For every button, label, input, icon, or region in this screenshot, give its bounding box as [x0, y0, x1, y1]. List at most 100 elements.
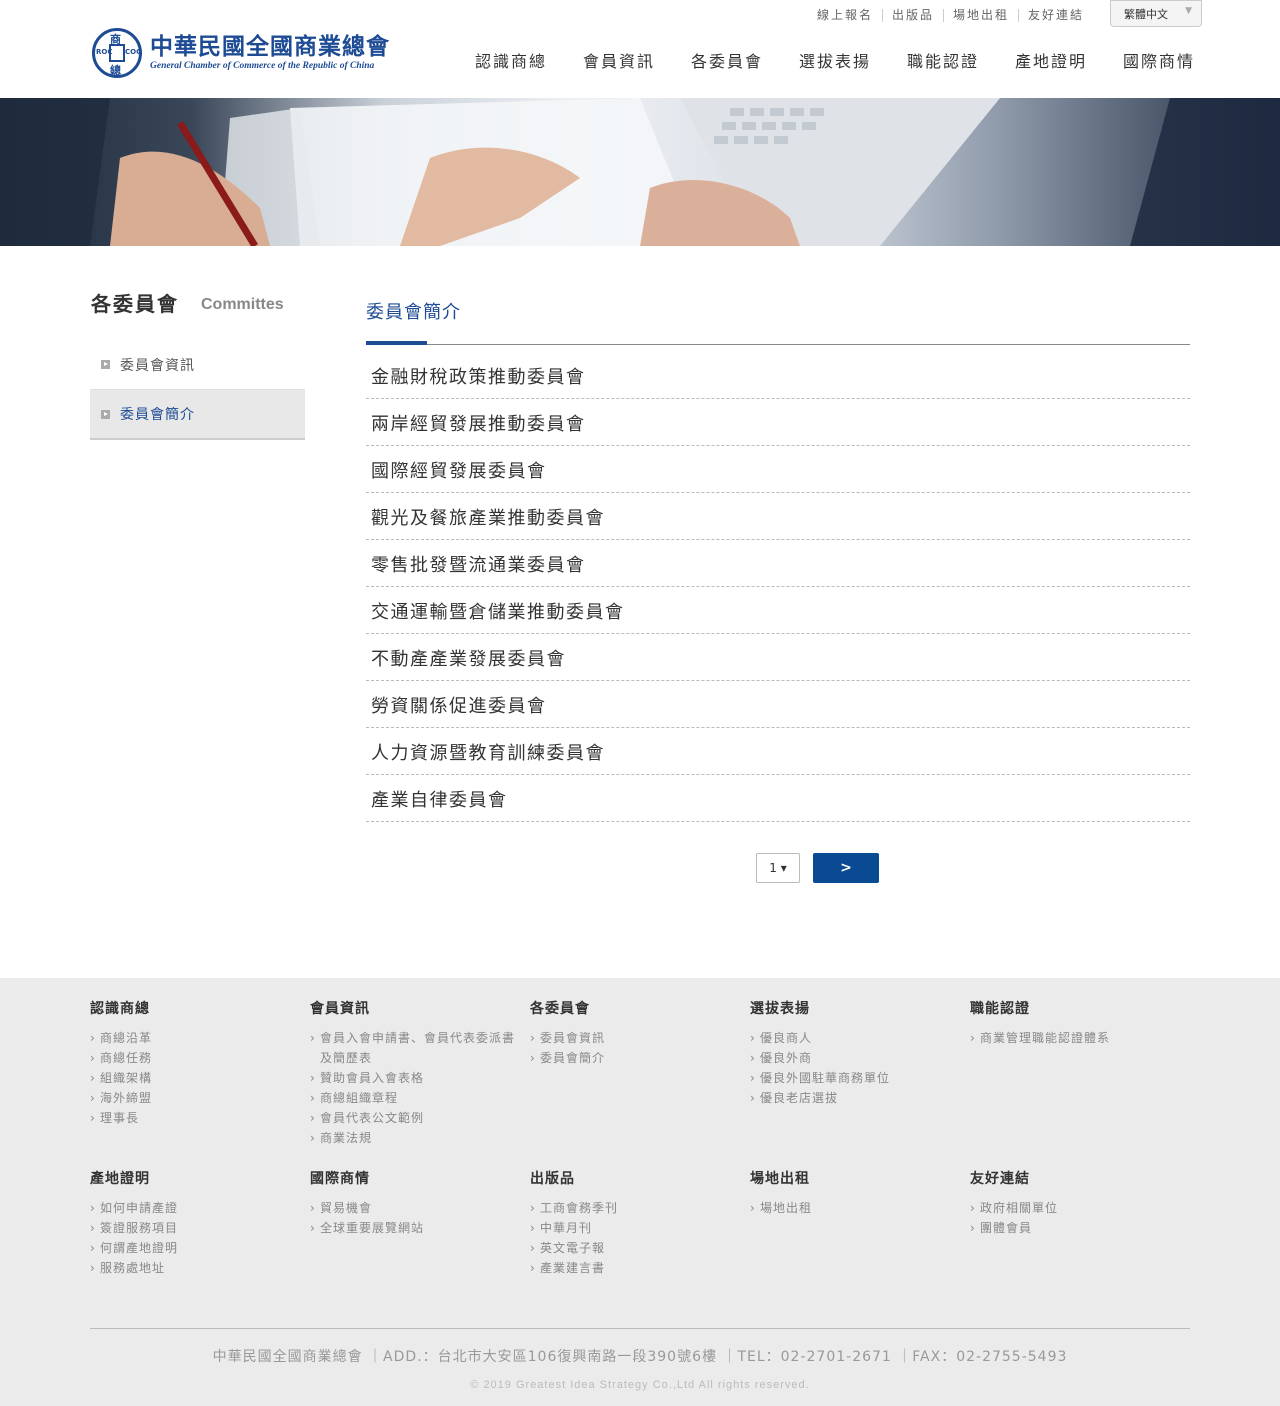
arrow-right-icon — [101, 360, 110, 369]
footer-link[interactable]: 優良老店選拔 — [750, 1088, 970, 1108]
committee-list: 金融財稅政策推動委員會 兩岸經貿發展推動委員會 國際經貿發展委員會 觀光及餐旅產… — [366, 352, 1190, 822]
list-item[interactable]: 國際經貿發展委員會 — [366, 446, 1190, 493]
footer-link[interactable]: 商總組織章程 — [310, 1088, 530, 1108]
nav-item-members[interactable]: 會員資訊 — [583, 48, 691, 72]
banner-illustration — [0, 98, 1280, 246]
page-number-select[interactable]: 1 ▾ — [756, 853, 800, 883]
footer-link[interactable]: 優良外國駐華商務單位 — [750, 1068, 970, 1088]
footer-link[interactable]: 產業建言書 — [530, 1258, 750, 1278]
list-item[interactable]: 零售批發暨流通業委員會 — [366, 540, 1190, 587]
list-item[interactable]: 人力資源暨教育訓練委員會 — [366, 728, 1190, 775]
footer-link[interactable]: 商總沿革 — [90, 1028, 310, 1048]
page-title: 委員會簡介 — [366, 302, 461, 323]
language-select[interactable]: 繁體中文 ▼ — [1110, 0, 1202, 27]
footer-link[interactable]: 團體會員 — [970, 1218, 1190, 1238]
next-page-button[interactable]: > — [813, 853, 879, 883]
footer-column-title: 職能認證 — [970, 1001, 1030, 1017]
footer-column-title: 各委員會 — [530, 1001, 590, 1017]
footer-column-international: 國際商情 貿易機會 全球重要展覽網站 — [310, 1168, 530, 1238]
footer-column-title: 會員資訊 — [310, 1001, 370, 1017]
footer-copyright: © 2019 Greatest Idea Strategy Co.,Ltd Al… — [470, 1379, 810, 1391]
sidebar-item-committee-intro[interactable]: 委員會簡介 — [90, 390, 305, 440]
footer-column-about: 認識商總 商總沿革 商總任務 組織架構 海外締盟 理事長 — [90, 998, 310, 1128]
nav-item-committees[interactable]: 各委員會 — [691, 48, 799, 72]
footer-link[interactable]: 如何申請產證 — [90, 1198, 310, 1218]
topbar-link-signup[interactable]: 線上報名 — [808, 8, 882, 22]
site-logo[interactable]: 商 ROC COC 總 中華民國全國商業總會 General Chamber o… — [92, 26, 402, 80]
list-item[interactable]: 金融財稅政策推動委員會 — [366, 352, 1190, 399]
footer-column-title: 友好連結 — [970, 1171, 1030, 1187]
footer-link[interactable]: 理事長 — [90, 1108, 310, 1128]
footer-link[interactable]: 服務處地址 — [90, 1258, 310, 1278]
footer-link[interactable]: 贊助會員入會表格 — [310, 1068, 530, 1088]
footer-link[interactable]: 會員代表公文範例 — [310, 1108, 530, 1128]
arrow-right-icon — [101, 409, 110, 419]
footer-link[interactable]: 委員會資訊 — [530, 1028, 750, 1048]
footer-link[interactable]: 簽證服務項目 — [90, 1218, 310, 1238]
footer-link[interactable]: 優良商人 — [750, 1028, 970, 1048]
nav-item-international[interactable]: 國際商情 — [1123, 48, 1231, 72]
footer-column-title: 產地證明 — [90, 1171, 150, 1187]
topbar-link-friendly-links[interactable]: 友好連結 — [1018, 8, 1093, 22]
footer-link[interactable]: 英文電子報 — [530, 1238, 750, 1258]
footer-link[interactable]: 政府相關單位 — [970, 1198, 1190, 1218]
topbar-link-publications[interactable]: 出版品 — [882, 8, 943, 22]
logo-seal-icon: 商 ROC COC 總 — [92, 28, 142, 78]
title-divider — [366, 344, 1190, 345]
footer-link[interactable]: 組織架構 — [90, 1068, 310, 1088]
footer-link[interactable]: 商業管理職能認證體系 — [970, 1028, 1190, 1048]
logo-text: 中華民國全國商業總會 General Chamber of Commerce o… — [150, 34, 390, 72]
list-item[interactable]: 產業自律委員會 — [366, 775, 1190, 822]
footer-link[interactable]: 貿易機會 — [310, 1198, 530, 1218]
chevron-down-icon: ▼ — [1185, 6, 1192, 16]
title-accent-bar — [366, 341, 427, 345]
footer-link[interactable]: 商業法規 — [310, 1128, 530, 1148]
footer-column-title: 選拔表揚 — [750, 1001, 810, 1017]
sidebar-item-label: 委員會資訊 — [120, 357, 195, 374]
footer-link[interactable]: 何謂產地證明 — [90, 1238, 310, 1258]
sidebar-item-label: 委員會簡介 — [120, 407, 195, 423]
list-item[interactable]: 不動產產業發展委員會 — [366, 634, 1190, 681]
footer-column-title: 國際商情 — [310, 1171, 370, 1187]
footer-link[interactable]: 商總任務 — [90, 1048, 310, 1068]
pagination: 1 ▾ > — [756, 853, 879, 883]
footer-link[interactable]: 場地出租 — [750, 1198, 970, 1218]
footer-column-members: 會員資訊 會員入會申請書、會員代表委派書及簡歷表 贊助會員入會表格 商總組織章程… — [310, 998, 530, 1148]
list-item[interactable]: 觀光及餐旅產業推動委員會 — [366, 493, 1190, 540]
language-select-value: 繁體中文 — [1124, 8, 1168, 21]
nav-item-awards[interactable]: 選拔表揚 — [799, 48, 907, 72]
footer-link[interactable]: 委員會簡介 — [530, 1048, 750, 1068]
footer-link[interactable]: 會員入會申請書、會員代表委派書及簡歷表 — [310, 1028, 525, 1068]
footer-column-committees: 各委員會 委員會資訊 委員會簡介 — [530, 998, 750, 1068]
site-footer: 認識商總 商總沿革 商總任務 組織架構 海外締盟 理事長 會員資訊 會員入會申請… — [0, 978, 1280, 1406]
site-header: 商 ROC COC 總 中華民國全國商業總會 General Chamber o… — [0, 0, 1280, 98]
footer-link[interactable]: 海外締盟 — [90, 1088, 310, 1108]
list-item[interactable]: 勞資關係促進委員會 — [366, 681, 1190, 728]
list-item[interactable]: 兩岸經貿發展推動委員會 — [366, 399, 1190, 446]
footer-column-venue-rental: 場地出租 場地出租 — [750, 1168, 970, 1218]
footer-column-friendly-links: 友好連結 政府相關單位 團體會員 — [970, 1168, 1190, 1238]
footer-link[interactable]: 工商會務季刊 — [530, 1198, 750, 1218]
main-nav: 認識商總 會員資訊 各委員會 選拔表揚 職能認證 產地證明 國際商情 — [475, 48, 1231, 72]
footer-link[interactable]: 優良外商 — [750, 1048, 970, 1068]
footer-link[interactable]: 中華月刊 — [530, 1218, 750, 1238]
footer-address: 中華民國全國商業總會 ｜ADD.：台北市大安區106復興南路一段390號6樓 ｜… — [212, 1349, 1068, 1365]
seal-square — [109, 44, 125, 62]
topbar-link-venue-rental[interactable]: 場地出租 — [943, 8, 1018, 22]
seal-bottom-char: 總 — [110, 64, 121, 77]
footer-link[interactable]: 全球重要展覽網站 — [310, 1218, 530, 1238]
logo-name-zh: 中華民國全國商業總會 — [150, 33, 390, 60]
footer-column-title: 認識商總 — [90, 1001, 150, 1017]
footer-column-title: 出版品 — [530, 1171, 575, 1187]
footer-column-title: 場地出租 — [750, 1171, 810, 1187]
sidebar-title: 各委員會 — [91, 292, 179, 316]
footer-column-origin-certificate: 產地證明 如何申請產證 簽證服務項目 何謂產地證明 服務處地址 — [90, 1168, 310, 1278]
sidebar-item-committee-info[interactable]: 委員會資訊 — [90, 340, 305, 390]
nav-item-certification[interactable]: 職能認證 — [907, 48, 1015, 72]
logo-name-en: General Chamber of Commerce of the Repub… — [150, 61, 375, 71]
nav-item-about[interactable]: 認識商總 — [475, 48, 583, 72]
list-item[interactable]: 交通運輸暨倉儲業推動委員會 — [366, 587, 1190, 634]
footer-divider — [90, 1328, 1190, 1329]
nav-item-origin-certificate[interactable]: 產地證明 — [1015, 48, 1123, 72]
utility-nav: 線上報名 出版品 場地出租 友好連結 — [808, 6, 1093, 24]
